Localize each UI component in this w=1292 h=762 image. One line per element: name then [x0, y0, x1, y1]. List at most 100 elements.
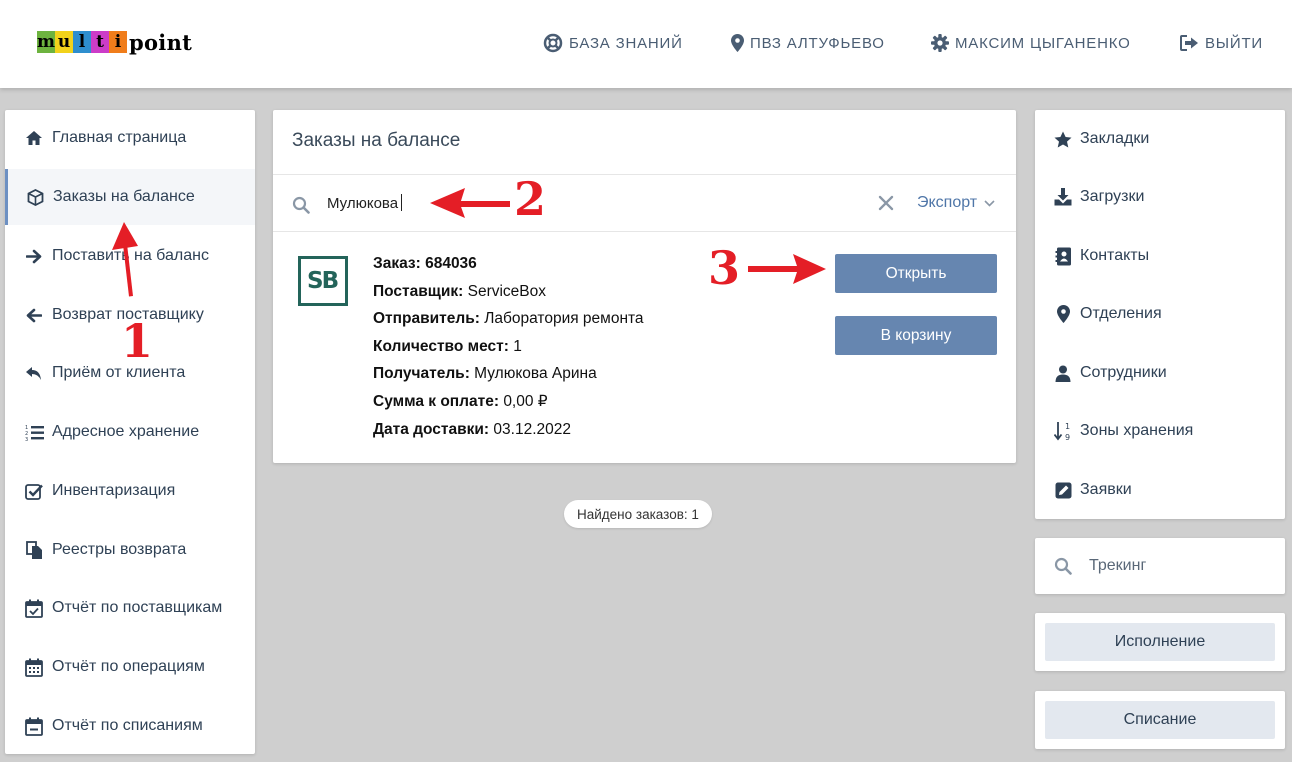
sidebar-item-label: Заказы на балансе: [53, 188, 195, 205]
supplier-logo: SB: [298, 256, 348, 306]
nav-pickup-point[interactable]: ПВЗ АЛТУФЬЕВО: [731, 33, 885, 53]
sidebar-item-home[interactable]: Главная страница: [5, 110, 255, 166]
reply-icon: [24, 366, 44, 381]
calendar-minus-icon: [24, 717, 44, 736]
sidebar-item-address-storage[interactable]: 123 Адресное хранение: [5, 404, 255, 460]
right-item-label: Загрузки: [1080, 188, 1145, 205]
right-item-label: Зоны хранения: [1080, 422, 1194, 439]
nav-user-settings-label: МАКСИМ ЦЫГАНЕНКО: [955, 34, 1131, 52]
export-label: Экспорт: [917, 194, 978, 211]
calendar-icon: [24, 658, 44, 677]
supplier-logo-text: SB: [307, 268, 339, 294]
calendar-check-icon: [24, 599, 44, 618]
search-icon: [292, 196, 310, 214]
search-bar[interactable]: Мулюкова Экспорт: [273, 174, 1016, 232]
right-item-branches[interactable]: Отделения: [1035, 285, 1285, 343]
sidebar-item-put-on-balance[interactable]: Поставить на баланс: [5, 228, 255, 284]
map-marker-icon: [731, 34, 744, 52]
logo-letter: i: [109, 31, 127, 53]
sidebar-item-label: Главная страница: [52, 129, 187, 146]
multipoint-logo[interactable]: m u l t i point: [37, 29, 193, 55]
cube-icon: [25, 188, 45, 206]
right-item-label: Контакты: [1080, 247, 1150, 264]
order-field-value: 0,00 ₽: [503, 392, 548, 410]
page-title: Заказы на балансе: [292, 130, 461, 151]
map-marker-icon: [1053, 305, 1073, 323]
sidebar-item-return-registers[interactable]: Реестры возврата: [5, 522, 255, 578]
order-details: Заказ: 684036 Поставщик: ServiceBox Отпр…: [373, 254, 644, 447]
sidebar-item-label: Поставить на баланс: [52, 247, 209, 264]
nav-knowledge-base[interactable]: БАЗА ЗНАНИЙ: [543, 33, 683, 53]
right-item-employees[interactable]: Сотрудники: [1035, 344, 1285, 402]
right-item-downloads[interactable]: Загрузки: [1035, 168, 1285, 226]
annotation-step-3: 3: [708, 241, 741, 295]
order-field: Количество мест: 1: [373, 337, 644, 365]
logo-text: point: [129, 29, 193, 55]
sidebar-item-label: Отчёт по операциям: [52, 658, 205, 675]
order-field-value: Лаборатория ремонта: [484, 310, 644, 328]
search-input[interactable]: Мулюкова: [327, 194, 403, 212]
search-icon: [1054, 557, 1072, 575]
svg-text:9: 9: [1065, 433, 1070, 441]
order-field: Дата доставки: 03.12.2022: [373, 420, 644, 448]
order-field: Поставщик: ServiceBox: [373, 282, 644, 310]
sidebar-item-writeoff-report[interactable]: Отчёт по списаниям: [5, 698, 255, 754]
right-item-label: Заявки: [1080, 481, 1132, 498]
sign-out-icon: [1180, 35, 1198, 51]
sidebar-item-operations-report[interactable]: Отчёт по операциям: [5, 639, 255, 695]
svg-text:3: 3: [25, 437, 28, 441]
home-icon: [24, 130, 44, 146]
star-icon: [1053, 131, 1073, 148]
right-item-contacts[interactable]: Контакты: [1035, 227, 1285, 285]
sidebar-item-label: Адресное хранение: [52, 423, 200, 440]
tracking-search[interactable]: Трекинг: [1035, 538, 1285, 594]
right-item-bookmarks[interactable]: Закладки: [1035, 110, 1285, 168]
chevron-down-icon: [984, 199, 995, 207]
svg-text:1: 1: [1065, 422, 1070, 431]
right-item-storage-zones[interactable]: 19 Зоны хранения: [1035, 402, 1285, 460]
nav-knowledge-base-label: БАЗА ЗНАНИЙ: [569, 34, 683, 52]
order-field-value: Мулюкова Арина: [474, 365, 597, 383]
order-field-value: ServiceBox: [467, 282, 547, 300]
export-dropdown[interactable]: Экспорт: [917, 194, 995, 212]
order-field-value: 1: [513, 337, 522, 355]
sidebar-item-supplier-report[interactable]: Отчёт по поставщикам: [5, 580, 255, 636]
address-book-icon: [1053, 247, 1073, 266]
add-to-cart-button[interactable]: В корзину: [835, 316, 997, 355]
execution-button[interactable]: Исполнение: [1045, 623, 1275, 661]
order-field-label: Поставщик:: [373, 282, 464, 300]
text-caret: [401, 194, 403, 211]
tracking-input[interactable]: Трекинг: [1089, 557, 1146, 575]
arrow-left-icon: [24, 308, 44, 323]
right-item-label: Сотрудники: [1080, 364, 1167, 381]
sidebar-item-inventory[interactable]: Инвентаризация: [5, 463, 255, 519]
execution-panel: Исполнение: [1035, 613, 1285, 671]
writeoff-panel: Списание: [1035, 691, 1285, 749]
open-order-button[interactable]: Открыть: [835, 254, 997, 293]
logo-letter: l: [73, 31, 91, 53]
annotation-step-1: 1: [121, 314, 154, 368]
sidebar-item-label: Приём от клиента: [52, 364, 186, 381]
close-icon[interactable]: [877, 194, 895, 212]
right-item-label: Отделения: [1080, 305, 1162, 322]
right-item-requests[interactable]: Заявки: [1035, 461, 1285, 519]
nav-logout-label: ВЫЙТИ: [1205, 34, 1264, 52]
search-input-value: Мулюкова: [327, 195, 399, 212]
logo-letter: u: [55, 31, 73, 53]
order-field: Получатель: Мулюкова Арина: [373, 364, 644, 392]
nav-pickup-point-label: ПВЗ АЛТУФЬЕВО: [750, 34, 885, 52]
sidebar-item-label: Отчёт по поставщикам: [52, 599, 223, 616]
documents-icon: [24, 540, 44, 560]
nav-user-settings[interactable]: МАКСИМ ЦЫГАНЕНКО: [931, 33, 1131, 53]
sidebar-item-label: Реестры возврата: [52, 541, 187, 558]
order-field-label: Получатель:: [373, 365, 470, 383]
order-field-label: Отправитель:: [373, 310, 480, 328]
order-field-label: Сумма к оплате:: [373, 392, 499, 410]
sidebar-item-orders-on-balance[interactable]: Заказы на балансе: [5, 169, 255, 225]
nav-logout[interactable]: ВЫЙТИ: [1180, 33, 1263, 53]
order-field-value: 03.12.2022: [493, 420, 571, 438]
writeoff-button[interactable]: Списание: [1045, 701, 1275, 739]
annotation-step-2: 2: [514, 172, 547, 226]
sort-numeric-icon: 19: [1053, 421, 1073, 441]
logo-letter: m: [37, 31, 55, 53]
